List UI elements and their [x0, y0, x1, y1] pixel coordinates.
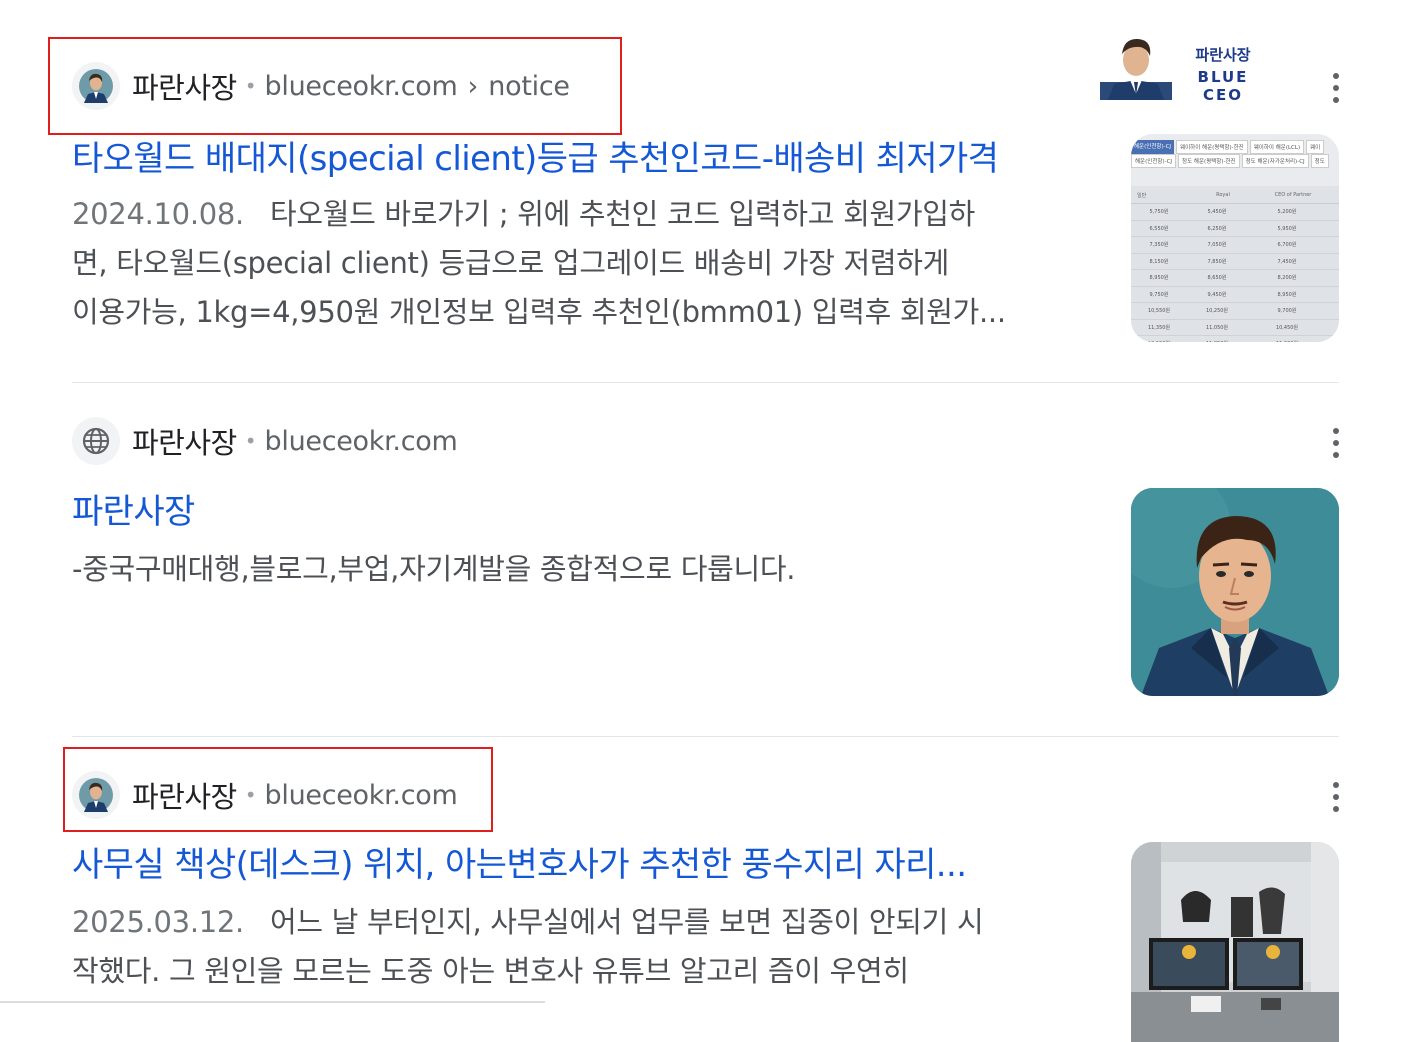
result-divider: [72, 382, 1339, 383]
thumb-table-cell: 6,250원: [1207, 225, 1227, 232]
thumb-table-cell: 5,450원: [1207, 209, 1227, 216]
site-name: 파란사장: [132, 780, 237, 814]
brand-logo: 파란사장 BLUE CEO: [1100, 30, 1280, 104]
thumb-tab: 웨이하이 해운(LCL): [1249, 140, 1305, 154]
portrait-avatar-icon: [72, 771, 120, 819]
thumb-table-cell: 8,950원: [1149, 275, 1169, 282]
thumb-table-cell: 11,350원: [1147, 324, 1171, 331]
thumb-table-cell: 5,200원: [1277, 209, 1297, 216]
thumb-table-cell: 7,050원: [1207, 242, 1227, 249]
separator-dot: •: [244, 783, 257, 807]
portrait-avatar-icon: [72, 62, 120, 110]
thumb-table-cell: 7,850원: [1207, 258, 1227, 265]
thumb-table-cell: 7,450원: [1277, 258, 1297, 265]
breadcrumb-chevron-icon: ›: [467, 70, 479, 102]
thumb-table-cell: 8,950원: [1277, 291, 1297, 298]
result-date: 2025.03.12.: [72, 905, 244, 939]
snippet-line: 타오월드 바로가기 ; 위에 추천인 코드 입력하고 회원가입하: [269, 197, 975, 231]
result-title-link[interactable]: 타오월드 배대지(special client)등급 추천인코드-배송비 최저가…: [72, 137, 999, 181]
result-divider: [72, 736, 1339, 737]
site-url: blueceokr.com: [264, 779, 458, 811]
thumb-table-cell: 10,550원: [1147, 308, 1171, 315]
thumb-table-cell: 8,650원: [1207, 275, 1227, 282]
thumb-tab: 웨이: [1306, 140, 1325, 154]
man-portrait-illustration[interactable]: [1131, 488, 1339, 696]
snippet-line: 이용가능, 1kg=4,950원 개인정보 입력후 추천인(bmm01) 입력후…: [72, 295, 1006, 329]
thumb-table-row: 8,950원 8,650원 8,200원: [1131, 270, 1339, 287]
brand-korean-text: 파란사장: [1195, 46, 1251, 64]
result-snippet: 2025.03.12. 어느 날 부터인지, 사무실에서 업무를 보면 집중이 안…: [72, 898, 1112, 996]
separator-dot: •: [244, 74, 257, 98]
thumb-table-cell: 6,550원: [1149, 225, 1169, 232]
separator-dot: •: [244, 429, 257, 453]
thumb-table-row: 8,150원 7,850원 7,450원: [1131, 254, 1339, 270]
thumb-table-cell: 11,200원: [1247, 340, 1327, 342]
more-options-icon[interactable]: [1330, 782, 1342, 812]
snippet-line: 면, 타오월드(special client) 등급으로 업그레이드 배송비 가…: [72, 246, 950, 280]
thumb-table-cell: 5,950원: [1277, 225, 1297, 232]
site-name: 파란사장: [132, 426, 237, 460]
thumb-table-cell: 12,150원: [1131, 340, 1187, 342]
thumb-table-header: Royal: [1216, 192, 1230, 198]
result-snippet: 2024.10.08. 타오월드 바로가기 ; 위에 추천인 코드 입력하고 회원…: [72, 190, 1112, 337]
thumb-tab: 해운(인천항)-CJ: [1131, 154, 1177, 168]
thumb-tab: 청도 해운(자가운처리)-CJ: [1241, 154, 1309, 168]
result-title-link[interactable]: 사무실 책상(데스크) 위치, 아는변호사가 추천한 풍수지리 자리...: [72, 843, 967, 887]
result-date: 2024.10.08.: [72, 197, 244, 231]
thumb-table-header: 일반: [1137, 193, 1147, 199]
thumb-table-cell: 5,750원: [1149, 209, 1169, 216]
thumb-table-row: 11,350원 11,050원 10,450원: [1131, 320, 1339, 336]
thumb-tab: 해운(인천항)-CJ: [1131, 140, 1175, 154]
thumb-tab: 청도: [1310, 154, 1329, 168]
globe-icon: [72, 417, 120, 465]
thumb-table-cell: 8,150원: [1149, 258, 1169, 265]
thumb-table-header: CEO of Partner: [1274, 192, 1312, 198]
thumb-table-row: 9,750원 9,450원 8,950원: [1131, 287, 1339, 303]
result-snippet: -중국구매대행,블로그,부업,자기계발을 종합적으로 다룹니다.: [72, 545, 795, 594]
site-url: blueceokr.com: [264, 70, 458, 102]
thumb-table-cell: 9,750원: [1149, 291, 1169, 298]
thumb-table-cell: 8,200원: [1277, 275, 1297, 282]
thumb-table-row: 12,150원11,850원11,200원: [1131, 336, 1339, 342]
thumb-table-cell: 10,250원: [1205, 308, 1229, 315]
thumb-table-cell: 11,850원: [1187, 340, 1247, 342]
result-site-line[interactable]: 파란사장 • blueceokr.com › notice: [72, 62, 570, 110]
site-name: 파란사장: [132, 71, 237, 105]
thumb-table-row: 6,550원 6,250원 5,950원: [1131, 221, 1339, 237]
office-desk-photo[interactable]: [1131, 842, 1339, 1042]
brand-english-text: BLUE CEO: [1197, 68, 1249, 104]
breadcrumb: notice: [488, 70, 570, 102]
thumb-table-cell: 7,350원: [1149, 242, 1169, 249]
thumb-table-cell: 6,700원: [1277, 242, 1297, 249]
thumb-table-cell: 11,050원: [1205, 324, 1229, 331]
result-site-line[interactable]: 파란사장 • blueceokr.com: [72, 417, 458, 465]
thumb-table-row: 10,550원 10,250원 9,700원: [1131, 303, 1339, 320]
snippet-line: 작했다. 그 원인을 모르는 도중 아는 변호사 유튜브 알고리 즘이 우연히: [72, 954, 909, 988]
site-url: blueceokr.com: [264, 425, 458, 457]
thumb-tab: 웨이하이 해운(평택항)-한진: [1176, 140, 1248, 154]
result-title-link[interactable]: 파란사장: [72, 490, 195, 534]
thumb-table-cell: 9,700원: [1277, 308, 1297, 315]
thumb-table-row: 7,350원 7,050원 6,700원: [1131, 237, 1339, 254]
snippet-line: -중국구매대행,블로그,부업,자기계발을 종합적으로 다룹니다.: [72, 552, 796, 586]
brand-portrait-icon: [1100, 38, 1172, 100]
shipping-price-table-image[interactable]: 해운(인천항)-CJ 웨이하이 해운(평택항)-한진 웨이하이 해운(LCL) …: [1131, 134, 1339, 342]
thumb-table-cell: 9,450원: [1207, 291, 1227, 298]
result-site-line[interactable]: 파란사장 • blueceokr.com: [72, 771, 458, 819]
thumb-table-row: 5,750원 5,450원 5,200원: [1131, 204, 1339, 221]
snippet-line: 어느 날 부터인지, 사무실에서 업무를 보면 집중이 안되기 시: [269, 905, 984, 939]
thumb-table-cell: 10,450원: [1275, 324, 1299, 331]
more-options-icon[interactable]: [1330, 428, 1342, 458]
thumb-tab: 청도 해운(평택항)-한진: [1178, 154, 1240, 168]
more-options-icon[interactable]: [1330, 73, 1342, 103]
